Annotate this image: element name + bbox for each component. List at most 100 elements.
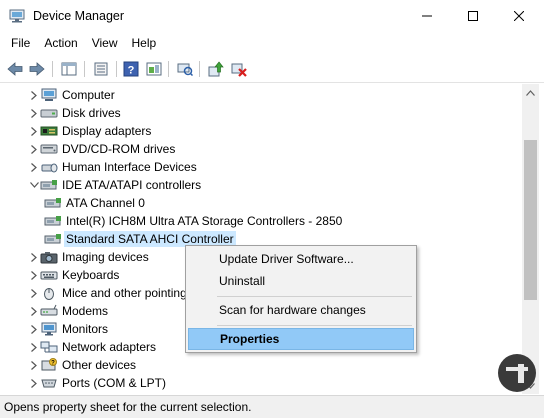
tree-category-row[interactable]: Network adapters bbox=[28, 338, 158, 356]
forward-button[interactable] bbox=[28, 60, 46, 78]
tree-item-imaging-devices[interactable]: Imaging devices bbox=[60, 249, 151, 265]
chevron-right-icon[interactable] bbox=[28, 320, 40, 338]
properties-list-icon bbox=[61, 62, 77, 76]
tree-item-network-adapters[interactable]: Network adapters bbox=[60, 339, 158, 355]
uninstall-device-button[interactable] bbox=[230, 60, 248, 78]
chevron-right-icon[interactable] bbox=[28, 284, 40, 302]
device-list-icon bbox=[94, 62, 108, 76]
scan-hardware-icon bbox=[177, 63, 193, 76]
tree-item-ide-ata-atapi-controllers[interactable]: IDE ATA/ATAPI controllers bbox=[60, 177, 203, 193]
hid-icon bbox=[40, 159, 58, 175]
tree-item-computer[interactable]: Computer bbox=[60, 87, 117, 103]
tree-category-row[interactable]: Keyboards bbox=[28, 266, 121, 284]
help-icon: ? bbox=[123, 61, 139, 77]
tree-item-ata-channel-0[interactable]: ATA Channel 0 bbox=[64, 195, 147, 211]
toolbar: ? bbox=[0, 55, 544, 83]
keyboard-icon bbox=[40, 267, 58, 283]
minimize-button[interactable] bbox=[404, 0, 450, 32]
chevron-right-icon[interactable] bbox=[28, 248, 40, 266]
context-menu-separator bbox=[217, 325, 412, 326]
menu-view[interactable]: View bbox=[85, 33, 125, 53]
tree-category-row[interactable]: Disk drives bbox=[28, 104, 123, 122]
tree-item-ports-com-lpt[interactable]: Ports (COM & LPT) bbox=[60, 375, 168, 391]
network-adapter-icon bbox=[40, 339, 58, 355]
ide-controller-icon bbox=[44, 231, 62, 247]
toolbar-separator bbox=[84, 61, 85, 77]
tree-category-row[interactable]: Imaging devices bbox=[28, 248, 151, 266]
tree-item-monitors[interactable]: Monitors bbox=[60, 321, 110, 337]
menu-help[interactable]: Help bbox=[125, 33, 164, 53]
port-icon bbox=[40, 375, 58, 391]
tree-category-row[interactable]: DVD/CD-ROM drives bbox=[28, 140, 177, 158]
device-list-button[interactable] bbox=[92, 60, 110, 78]
other-devices-icon: ? bbox=[40, 357, 58, 373]
title-bar[interactable]: Device Manager bbox=[0, 0, 544, 32]
tree-item-dvd-cd-rom-drives[interactable]: DVD/CD-ROM drives bbox=[60, 141, 177, 157]
tree-item-human-interface-devices[interactable]: Human Interface Devices bbox=[60, 159, 199, 175]
close-button[interactable] bbox=[496, 0, 542, 32]
device-manager-window: Device Manager File Action View Help ? C… bbox=[0, 0, 544, 418]
chevron-down-icon[interactable] bbox=[28, 176, 40, 194]
svg-text:?: ? bbox=[128, 65, 135, 77]
scan-hardware-button[interactable] bbox=[176, 60, 194, 78]
close-icon bbox=[514, 11, 524, 21]
chevron-right-icon[interactable] bbox=[28, 266, 40, 284]
back-arrow-icon bbox=[7, 62, 23, 76]
tree-category-row[interactable]: Display adapters bbox=[28, 122, 153, 140]
tree-category-row[interactable]: Computer bbox=[28, 86, 117, 104]
window-title: Device Manager bbox=[33, 9, 125, 23]
toolbar-separator bbox=[52, 61, 53, 77]
toolbar-separator bbox=[199, 61, 200, 77]
back-button[interactable] bbox=[6, 60, 24, 78]
tree-category-row[interactable]: Modems bbox=[28, 302, 110, 320]
ide-controller-icon bbox=[40, 177, 58, 193]
tree-category-row[interactable]: IDE ATA/ATAPI controllers bbox=[28, 176, 203, 194]
scroll-up-button[interactable] bbox=[522, 84, 539, 101]
tree-item-modems[interactable]: Modems bbox=[60, 303, 110, 319]
chevron-right-icon[interactable] bbox=[28, 374, 40, 392]
chevron-right-icon[interactable] bbox=[28, 86, 40, 104]
menu-uninstall[interactable]: Uninstall bbox=[188, 270, 414, 292]
tree-child-row[interactable]: Intel(R) ICH8M Ultra ATA Storage Control… bbox=[44, 212, 344, 230]
menu-action[interactable]: Action bbox=[37, 33, 84, 53]
tree-item-display-adapters[interactable]: Display adapters bbox=[60, 123, 153, 139]
tree-category-row[interactable]: Human Interface Devices bbox=[28, 158, 199, 176]
maximize-button[interactable] bbox=[450, 0, 496, 32]
tree-item-other-devices[interactable]: Other devices bbox=[60, 357, 138, 373]
toolbar-separator bbox=[116, 61, 117, 77]
menu-file[interactable]: File bbox=[4, 33, 37, 53]
chevron-right-icon[interactable] bbox=[28, 302, 40, 320]
tree-category-row[interactable]: Ports (COM & LPT) bbox=[28, 374, 168, 392]
show-hide-console-tree-button[interactable] bbox=[60, 60, 78, 78]
update-driver-button[interactable] bbox=[207, 60, 225, 78]
chevron-right-icon[interactable] bbox=[28, 104, 40, 122]
svg-text:?: ? bbox=[51, 360, 55, 366]
chevron-right-icon[interactable] bbox=[28, 122, 40, 140]
chevron-up-icon bbox=[526, 89, 535, 96]
menu-scan-for-hardware-changes[interactable]: Scan for hardware changes bbox=[188, 299, 414, 321]
status-bar: Opens property sheet for the current sel… bbox=[0, 395, 544, 418]
menu-properties[interactable]: Properties bbox=[188, 328, 414, 350]
tree-child-row[interactable]: ATA Channel 0 bbox=[44, 194, 147, 212]
computer-icon bbox=[40, 87, 58, 103]
vertical-scrollbar[interactable] bbox=[522, 84, 539, 394]
forward-arrow-icon bbox=[29, 62, 45, 76]
menu-update-driver-software[interactable]: Update Driver Software... bbox=[188, 248, 414, 270]
help-button[interactable]: ? bbox=[122, 60, 140, 78]
chevron-right-icon[interactable] bbox=[28, 140, 40, 158]
tree-item-keyboards[interactable]: Keyboards bbox=[60, 267, 121, 283]
tree-category-row[interactable]: ? Other devices bbox=[28, 356, 138, 374]
toolbar-separator bbox=[168, 61, 169, 77]
show-hidden-button[interactable] bbox=[145, 60, 163, 78]
tree-category-row[interactable]: Monitors bbox=[28, 320, 110, 338]
tree-item-intel-r-ich8m-ultra-ata-storage-controllers-2850[interactable]: Intel(R) ICH8M Ultra ATA Storage Control… bbox=[64, 213, 344, 229]
device-manager-app-icon bbox=[9, 9, 25, 23]
chevron-right-icon[interactable] bbox=[28, 158, 40, 176]
scroll-thumb[interactable] bbox=[524, 140, 537, 300]
chevron-right-icon[interactable] bbox=[28, 356, 40, 374]
camera-icon bbox=[40, 249, 58, 265]
ide-controller-icon bbox=[44, 213, 62, 229]
status-text: Opens property sheet for the current sel… bbox=[4, 400, 252, 414]
chevron-right-icon[interactable] bbox=[28, 338, 40, 356]
tree-item-disk-drives[interactable]: Disk drives bbox=[60, 105, 123, 121]
